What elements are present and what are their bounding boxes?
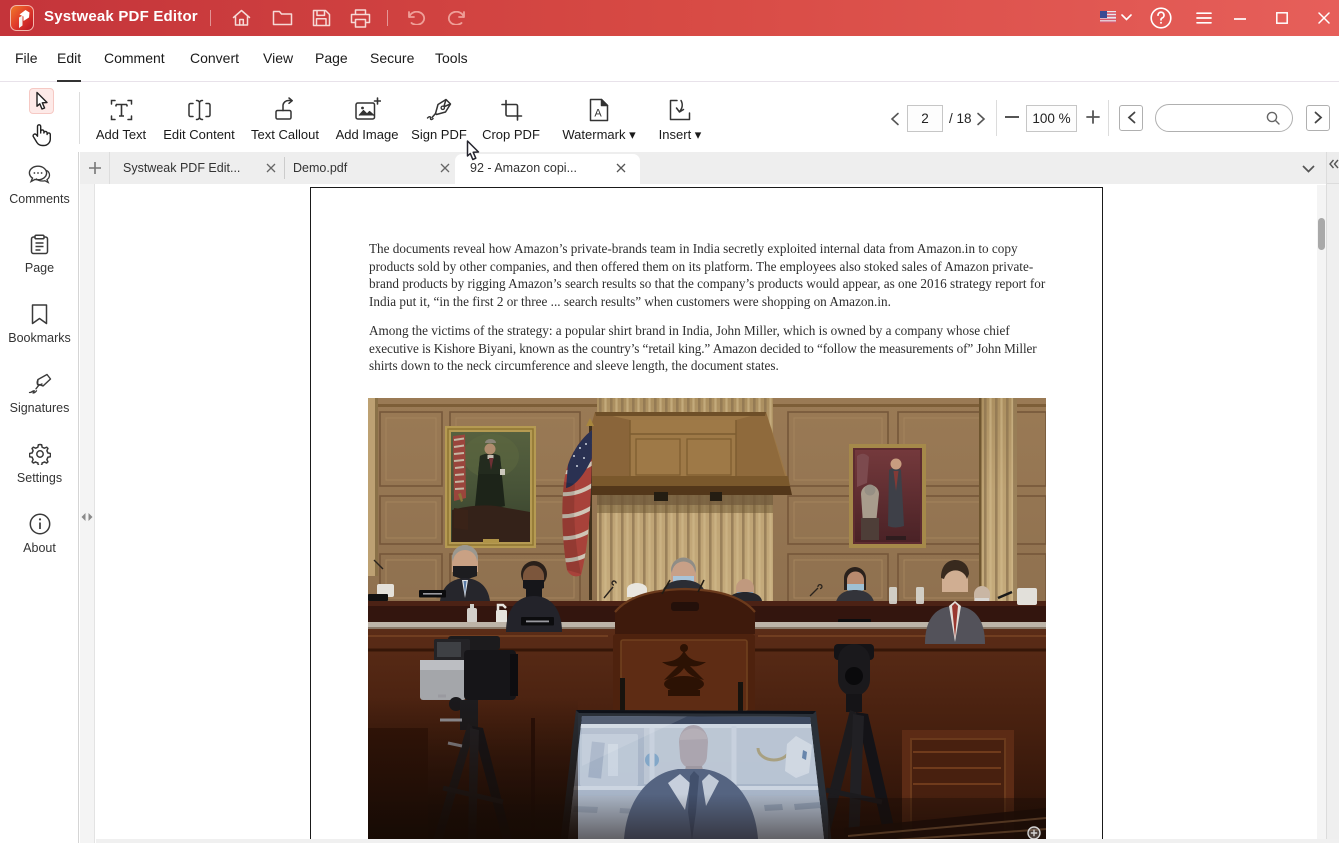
svg-text:A: A [594, 108, 602, 120]
